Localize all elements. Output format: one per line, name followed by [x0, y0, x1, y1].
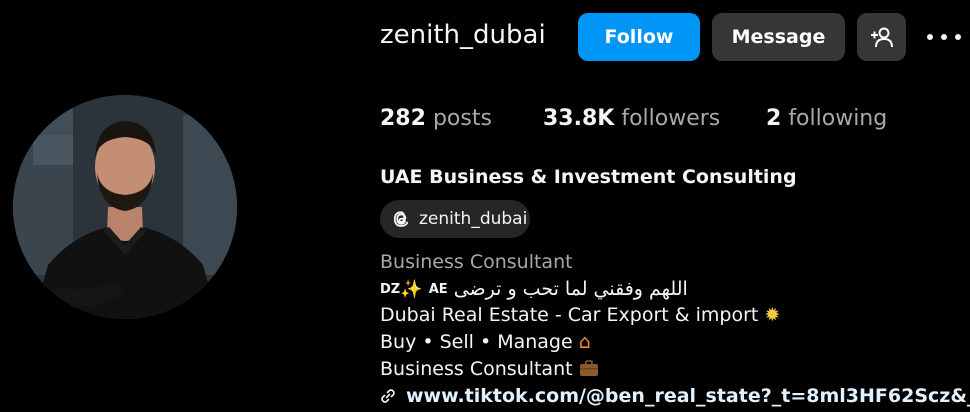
bio-line-real-estate: Dubai Real Estate - Car Export & import … [380, 304, 780, 326]
sparkles-emoji: ✨ [400, 279, 423, 300]
bio-external-link[interactable]: www.tiktok.com/@ben_real_state?_t=8ml3HF… [380, 385, 970, 407]
suggest-similar-accounts-button[interactable] [857, 13, 906, 61]
followers-count: 33.8K [543, 106, 615, 131]
house-emoji: ⌂ [578, 331, 591, 353]
follow-button[interactable]: Follow [578, 13, 700, 61]
bio-line-buy-sell: Buy • Sell • Manage ⌂ [380, 331, 591, 353]
bio-line-consultant: Business Consultant [380, 358, 599, 380]
add-user-icon [870, 27, 893, 48]
flag-dz: DZ [380, 282, 401, 297]
threads-icon [393, 211, 409, 227]
sun-emoji: ✹ [764, 304, 781, 326]
flag-ae: AE [428, 282, 448, 297]
briefcase-emoji [579, 360, 598, 376]
threads-handle: zenith_dubai [419, 209, 528, 229]
more-horizontal-icon[interactable] [925, 28, 963, 46]
profile-full-name: UAE Business & Investment Consulting [380, 166, 797, 188]
stat-following[interactable]: 2 following [766, 106, 887, 131]
threads-profile-link[interactable]: zenith_dubai [380, 200, 530, 238]
stat-followers[interactable]: 33.8K followers [543, 106, 720, 131]
stat-posts: 282 posts [380, 106, 492, 131]
following-label: following [788, 106, 888, 131]
link-icon [381, 389, 395, 403]
bio-line-arabic: DZ✨ AE اللهم وفقني لما تحب و ترضى [380, 278, 688, 300]
profile-avatar[interactable] [13, 95, 237, 319]
bio-line4-text: Business Consultant [380, 358, 573, 380]
followers-label: followers [621, 106, 721, 131]
following-count: 2 [766, 106, 782, 131]
bio-arabic-text: اللهم وفقني لما تحب و ترضى [453, 278, 688, 300]
posts-count: 282 [380, 106, 426, 131]
message-button[interactable]: Message [712, 13, 845, 61]
bio-link-text: www.tiktok.com/@ben_real_state?_t=8ml3HF… [406, 385, 970, 407]
bio-line3-text: Buy • Sell • Manage [380, 331, 573, 353]
bio-line2-text: Dubai Real Estate - Car Export & import [380, 304, 759, 326]
posts-label: posts [432, 106, 492, 131]
profile-page: zenith_dubai Follow Message 282 posts 33… [0, 0, 970, 412]
profile-username: zenith_dubai [380, 20, 546, 50]
profile-category: Business Consultant [380, 251, 573, 273]
avatar-image [13, 95, 237, 319]
